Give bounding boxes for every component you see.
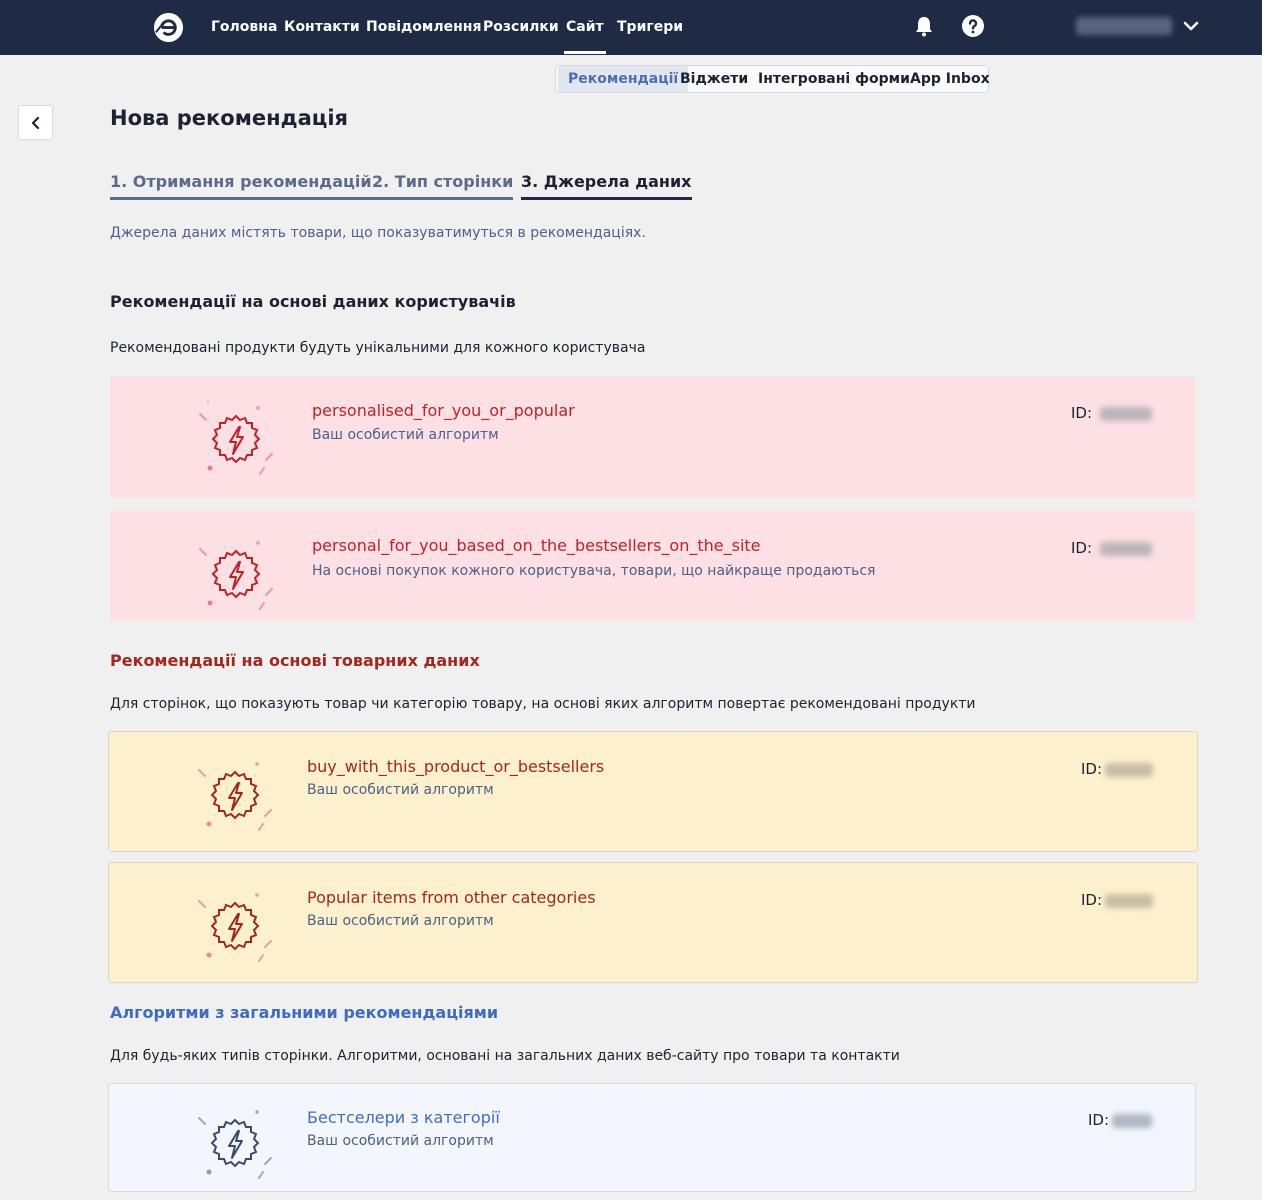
subtab-integrated-forms[interactable]: Інтегровані форми xyxy=(748,66,920,92)
algorithm-name: Бестселери з категорії xyxy=(307,1108,500,1127)
id-label: ID: xyxy=(1081,760,1103,778)
chevron-down-icon[interactable] xyxy=(1182,17,1200,35)
step-page-type[interactable]: 2. Тип сторінки xyxy=(372,172,514,200)
recommendation-card[interactable]: Бестселери з категорії Ваш особистий алг… xyxy=(108,1083,1196,1192)
id-label: ID: xyxy=(1081,891,1103,909)
nav-item-triggers[interactable]: Тригери xyxy=(617,19,683,35)
algorithm-description: Ваш особистий алгоритм xyxy=(307,782,494,798)
nav-item-site[interactable]: Сайт xyxy=(564,19,606,54)
account-name-redacted[interactable] xyxy=(1076,17,1172,35)
step-get-recommendations[interactable]: 1. Отримання рекомендацій xyxy=(110,172,372,200)
recommendation-card[interactable]: buy_with_this_product_or_bestsellers Ваш… xyxy=(108,731,1198,852)
recommendation-card[interactable]: personal_for_you_based_on_the_bestseller… xyxy=(110,511,1195,621)
section-desc-product-data: Для сторінок, що показують товар чи кате… xyxy=(110,696,976,712)
algorithm-description: Ваш особистий алгоритм xyxy=(312,427,499,443)
id-label: ID: xyxy=(1088,1111,1110,1129)
nav-item-home[interactable]: Головна xyxy=(211,19,277,35)
nav-item-campaigns[interactable]: Розсилки xyxy=(483,19,559,35)
subtab-recommendations[interactable]: Рекомендації xyxy=(558,66,689,92)
id-value-redacted xyxy=(1112,1114,1152,1128)
section-title-user-data: Рекомендації на основі даних користувачі… xyxy=(110,292,516,311)
lightning-badge-icon xyxy=(198,893,272,962)
logo-icon[interactable] xyxy=(152,11,185,44)
nav-item-messages[interactable]: Повідомлення xyxy=(366,19,481,35)
algorithm-description: На основі покупок кожного користувача, т… xyxy=(312,563,876,579)
page-title: Нова рекомендація xyxy=(110,106,349,130)
algorithm-description: Ваш особистий алгоритм xyxy=(307,1133,494,1149)
intro-text: Джерела даних містять товари, що показув… xyxy=(110,225,646,241)
id-label: ID: xyxy=(1071,404,1093,422)
id-label: ID: xyxy=(1071,539,1093,557)
top-navbar: Головна Контакти Повідомлення Розсилки С… xyxy=(0,0,1262,55)
bell-icon[interactable] xyxy=(912,14,936,38)
site-subtabs: Рекомендації Віджети Інтегровані форми A… xyxy=(555,65,990,93)
algorithm-name: personal_for_you_based_on_the_bestseller… xyxy=(312,536,761,555)
recommendation-card[interactable]: personalised_for_you_or_popular Ваш особ… xyxy=(110,376,1195,498)
section-desc-user-data: Рекомендовані продукти будуть унікальним… xyxy=(110,340,646,356)
algorithm-name: personalised_for_you_or_popular xyxy=(312,401,575,420)
chevron-left-icon xyxy=(31,116,40,130)
algorithm-name: Popular items from other categories xyxy=(307,888,596,907)
nav-item-contacts[interactable]: Контакти xyxy=(284,19,360,35)
lightning-badge-icon xyxy=(199,401,273,475)
section-title-general: Алгоритми з загальними рекомендаціями xyxy=(110,1003,499,1022)
id-value-redacted xyxy=(1105,763,1153,777)
back-button[interactable] xyxy=(18,105,53,140)
help-icon[interactable] xyxy=(961,14,985,38)
lightning-badge-icon xyxy=(199,541,273,610)
subtab-widgets[interactable]: Віджети xyxy=(670,66,758,92)
id-value-redacted xyxy=(1100,542,1152,556)
algorithm-description: Ваш особистий алгоритм xyxy=(307,913,494,929)
algorithm-name: buy_with_this_product_or_bestsellers xyxy=(307,757,605,776)
id-value-redacted xyxy=(1105,894,1153,908)
section-desc-general: Для будь-яких типів сторінки. Алгоритми,… xyxy=(110,1048,900,1064)
recommendation-card[interactable]: Popular items from other categories Ваш … xyxy=(108,862,1198,983)
lightning-badge-icon xyxy=(198,1110,272,1179)
subtab-app-inbox[interactable]: App Inbox xyxy=(900,66,1000,92)
lightning-badge-icon xyxy=(198,762,272,831)
step-data-sources[interactable]: 3. Джерела даних xyxy=(521,172,692,200)
id-value-redacted xyxy=(1100,407,1152,421)
section-title-product-data: Рекомендації на основі товарних даних xyxy=(110,651,480,670)
